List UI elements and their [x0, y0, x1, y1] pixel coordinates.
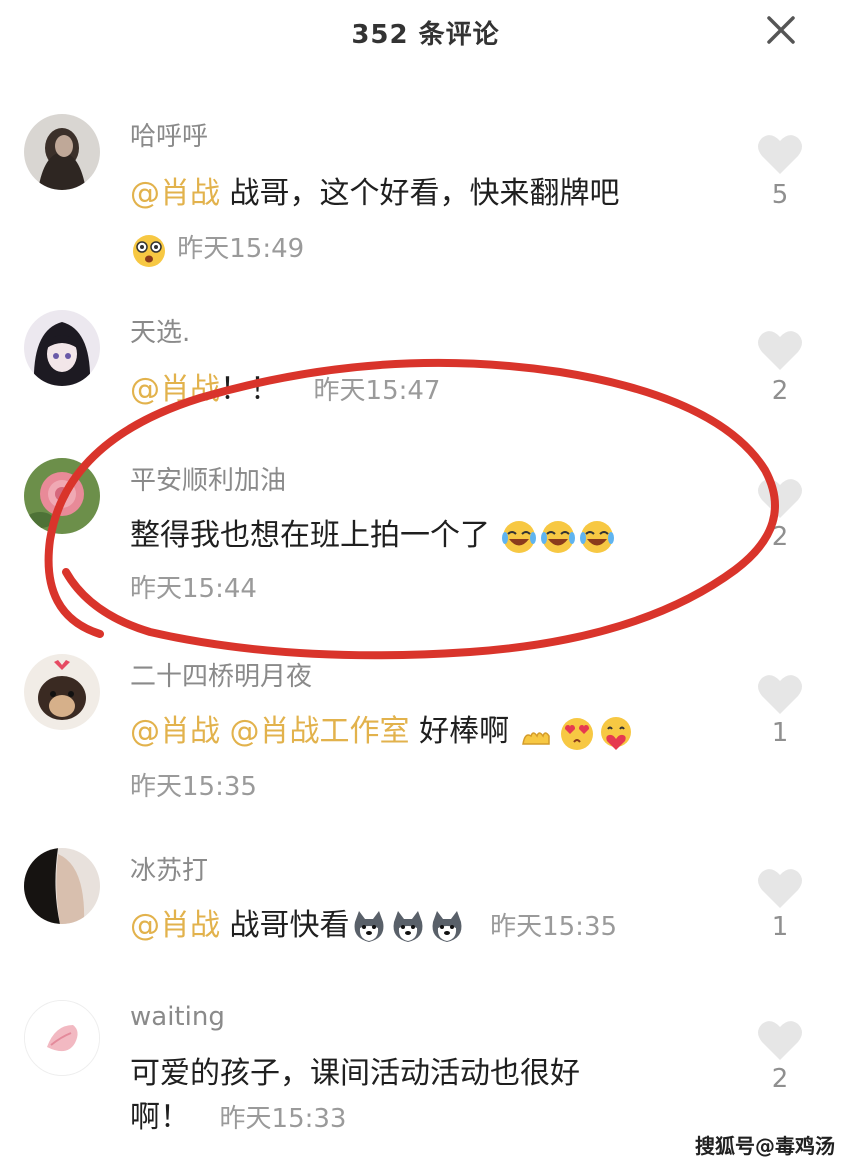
laughing-crying-emoji-icon	[500, 518, 538, 556]
comment-time: 昨天15:33	[219, 1104, 347, 1134]
comment-item: waiting 可爱的孩子，课间活动活动也很好 啊！ 昨天15:33 2	[0, 1000, 851, 1150]
clapping-emoji-icon	[519, 714, 557, 752]
surprised-emoji-icon	[130, 231, 168, 269]
avatar[interactable]	[24, 114, 100, 190]
heart-icon	[758, 135, 802, 174]
comment-time: 昨天15:47	[313, 376, 441, 406]
comment-item: 平安顺利加油 整得我也想在班上拍一个了 昨天15:44 2	[0, 458, 851, 604]
like-button[interactable]	[756, 866, 804, 910]
comment-time: 昨天15:44	[130, 574, 257, 604]
comment-text: @肖战 @肖战工作室 好棒啊	[130, 712, 636, 752]
avatar[interactable]	[24, 848, 100, 924]
comment-item: 天选. @肖战！！ 昨天15:47 2	[0, 310, 851, 420]
comment-text: @肖战 战哥，这个好看，快来翻牌吧	[130, 174, 620, 214]
comment-time: 昨天15:35	[130, 772, 257, 802]
heart-icon	[758, 869, 802, 908]
like-count: 1	[771, 718, 789, 748]
heart-icon	[758, 1021, 802, 1060]
comment-body: 战哥快看	[220, 908, 350, 943]
avatar[interactable]	[24, 1000, 100, 1076]
mention-link[interactable]: @肖战 @肖战工作室	[130, 714, 410, 749]
husky-emoji-icon	[428, 908, 466, 946]
comment-time: 昨天15:49	[177, 234, 305, 264]
close-button[interactable]	[761, 10, 801, 50]
close-icon	[767, 16, 795, 44]
watermark: 搜狐号@毒鸡汤	[695, 1134, 835, 1158]
comments-count-title: 352 条评论	[351, 20, 500, 50]
comment-username[interactable]: 平安顺利加油	[130, 460, 286, 497]
comment-item: 冰苏打 @肖战 战哥快看 昨天15:35 1	[0, 848, 851, 958]
mention-link[interactable]: @肖战	[130, 372, 220, 407]
comment-body: 战哥，这个好看，快来翻牌吧	[220, 176, 620, 211]
comment-username[interactable]: 天选.	[130, 312, 190, 349]
like-button[interactable]	[756, 328, 804, 372]
like-count: 2	[771, 522, 789, 552]
laughing-crying-emoji-icon	[539, 518, 577, 556]
husky-emoji-icon	[350, 908, 388, 946]
comment-body: 啊！	[130, 1100, 190, 1135]
comment-text-line-1: 可爱的孩子，课间活动活动也很好	[130, 1056, 580, 1091]
heart-eyes-emoji-icon	[558, 714, 596, 752]
comment-username[interactable]: 哈呼呼	[130, 116, 208, 153]
comment-item: 哈呼呼 @肖战 战哥，这个好看，快来翻牌吧 昨天15:49 5	[0, 114, 851, 274]
comment-username[interactable]: 冰苏打	[130, 850, 208, 887]
hugging-emoji-icon	[597, 714, 635, 752]
comments-header: 352 条评论	[0, 0, 851, 64]
heart-icon	[758, 479, 802, 518]
husky-emoji-icon	[389, 908, 427, 946]
mention-link[interactable]: @肖战	[130, 176, 220, 211]
comment-body: 整得我也想在班上拍一个了	[130, 518, 490, 553]
like-count: 2	[771, 376, 789, 406]
like-button[interactable]	[756, 1018, 804, 1062]
avatar[interactable]	[24, 310, 100, 386]
comment-body: ！！	[220, 372, 280, 407]
comment-text: @肖战！！ 昨天15:47	[130, 370, 440, 411]
like-count: 5	[771, 180, 789, 210]
avatar[interactable]	[24, 654, 100, 730]
comment-text-line-2: 啊！ 昨天15:33	[130, 1098, 346, 1139]
comment-body: 好棒啊	[409, 714, 510, 749]
comment-time: 昨天15:35	[490, 912, 618, 942]
comment-username[interactable]: 二十四桥明月夜	[130, 656, 312, 693]
like-button[interactable]	[756, 476, 804, 520]
like-button[interactable]	[756, 672, 804, 716]
like-button[interactable]	[756, 132, 804, 176]
like-count: 1	[771, 912, 789, 942]
mention-link[interactable]: @肖战	[130, 908, 220, 943]
like-count: 2	[771, 1064, 789, 1094]
comment-text: @肖战 战哥快看 昨天15:35	[130, 906, 617, 947]
comment-meta: 昨天15:49	[130, 228, 304, 269]
avatar[interactable]	[24, 458, 100, 534]
laughing-crying-emoji-icon	[578, 518, 616, 556]
heart-icon	[758, 331, 802, 370]
comment-item: 二十四桥明月夜 @肖战 @肖战工作室 好棒啊 昨天15:35 1	[0, 654, 851, 804]
comment-text: 整得我也想在班上拍一个了	[130, 516, 617, 556]
heart-icon	[758, 675, 802, 714]
comment-username[interactable]: waiting	[130, 1002, 225, 1032]
